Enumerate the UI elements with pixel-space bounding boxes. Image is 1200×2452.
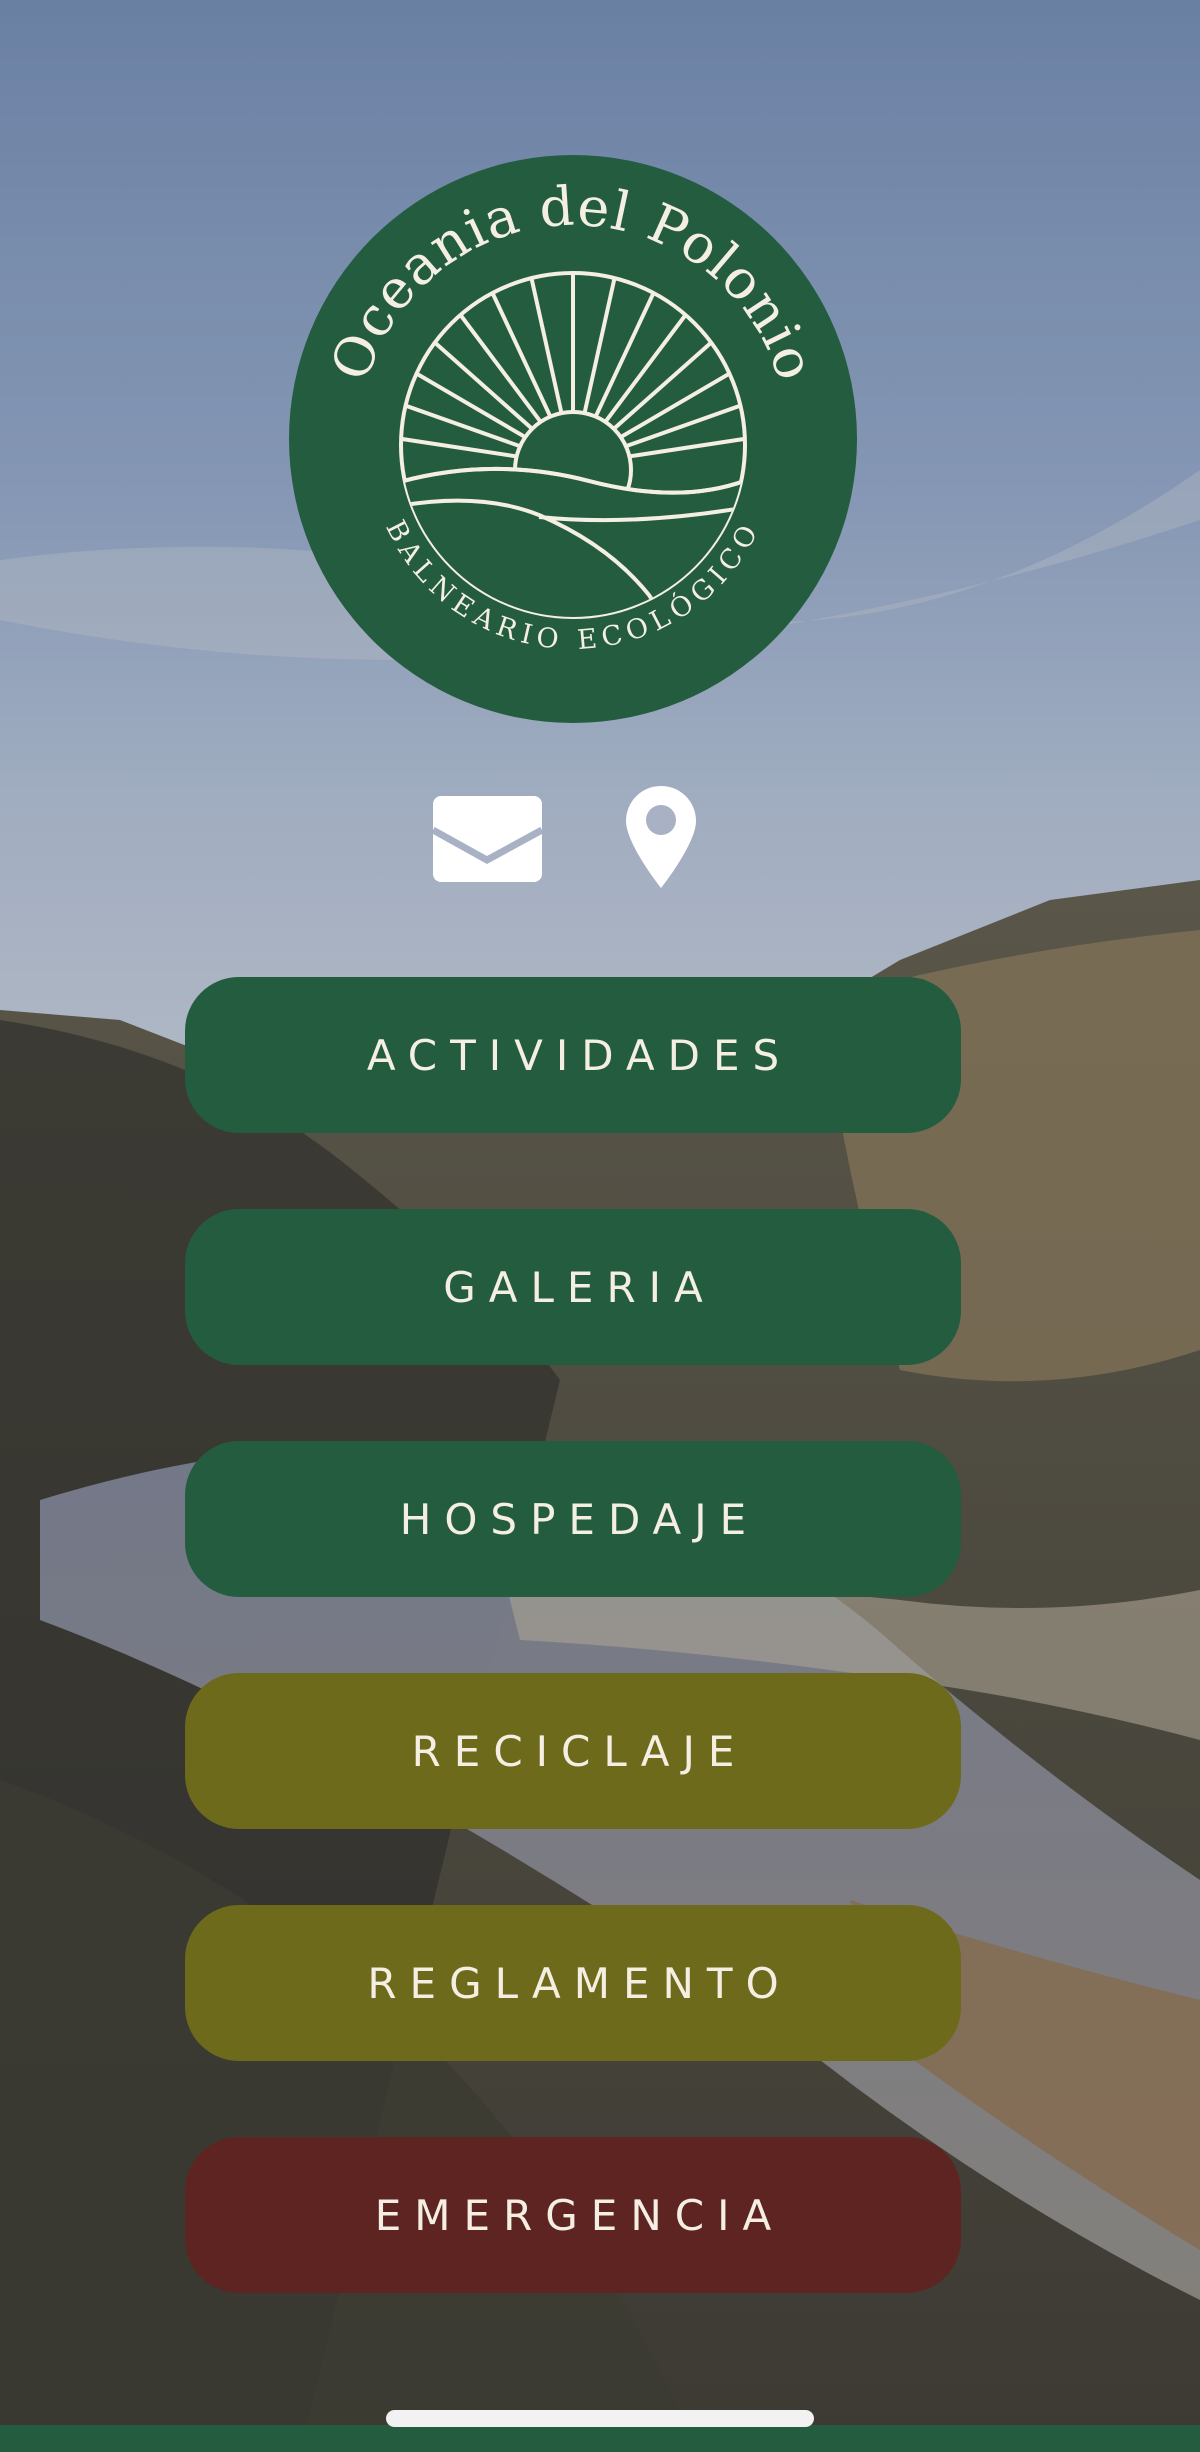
home-indicator[interactable] bbox=[386, 2410, 814, 2427]
map-pin-icon[interactable] bbox=[626, 786, 696, 888]
rules-button[interactable]: REGLAMENTO bbox=[185, 1905, 961, 2061]
main-menu: ACTIVIDADES GALERIA HOSPEDAJE RECICLAJE … bbox=[185, 977, 961, 2293]
bottom-bar bbox=[0, 2425, 1200, 2452]
contact-icons bbox=[0, 786, 1200, 896]
gallery-button[interactable]: GALERIA bbox=[185, 1209, 961, 1365]
emergency-button[interactable]: EMERGENCIA bbox=[185, 2137, 961, 2293]
lodging-button[interactable]: HOSPEDAJE bbox=[185, 1441, 961, 1597]
recycling-button[interactable]: RECICLAJE bbox=[185, 1673, 961, 1829]
brand-logo: Oceania del Polonio BALNEARIO ECOLÓGICO bbox=[289, 155, 857, 723]
activities-button[interactable]: ACTIVIDADES bbox=[185, 977, 961, 1133]
mail-icon[interactable] bbox=[433, 796, 542, 882]
